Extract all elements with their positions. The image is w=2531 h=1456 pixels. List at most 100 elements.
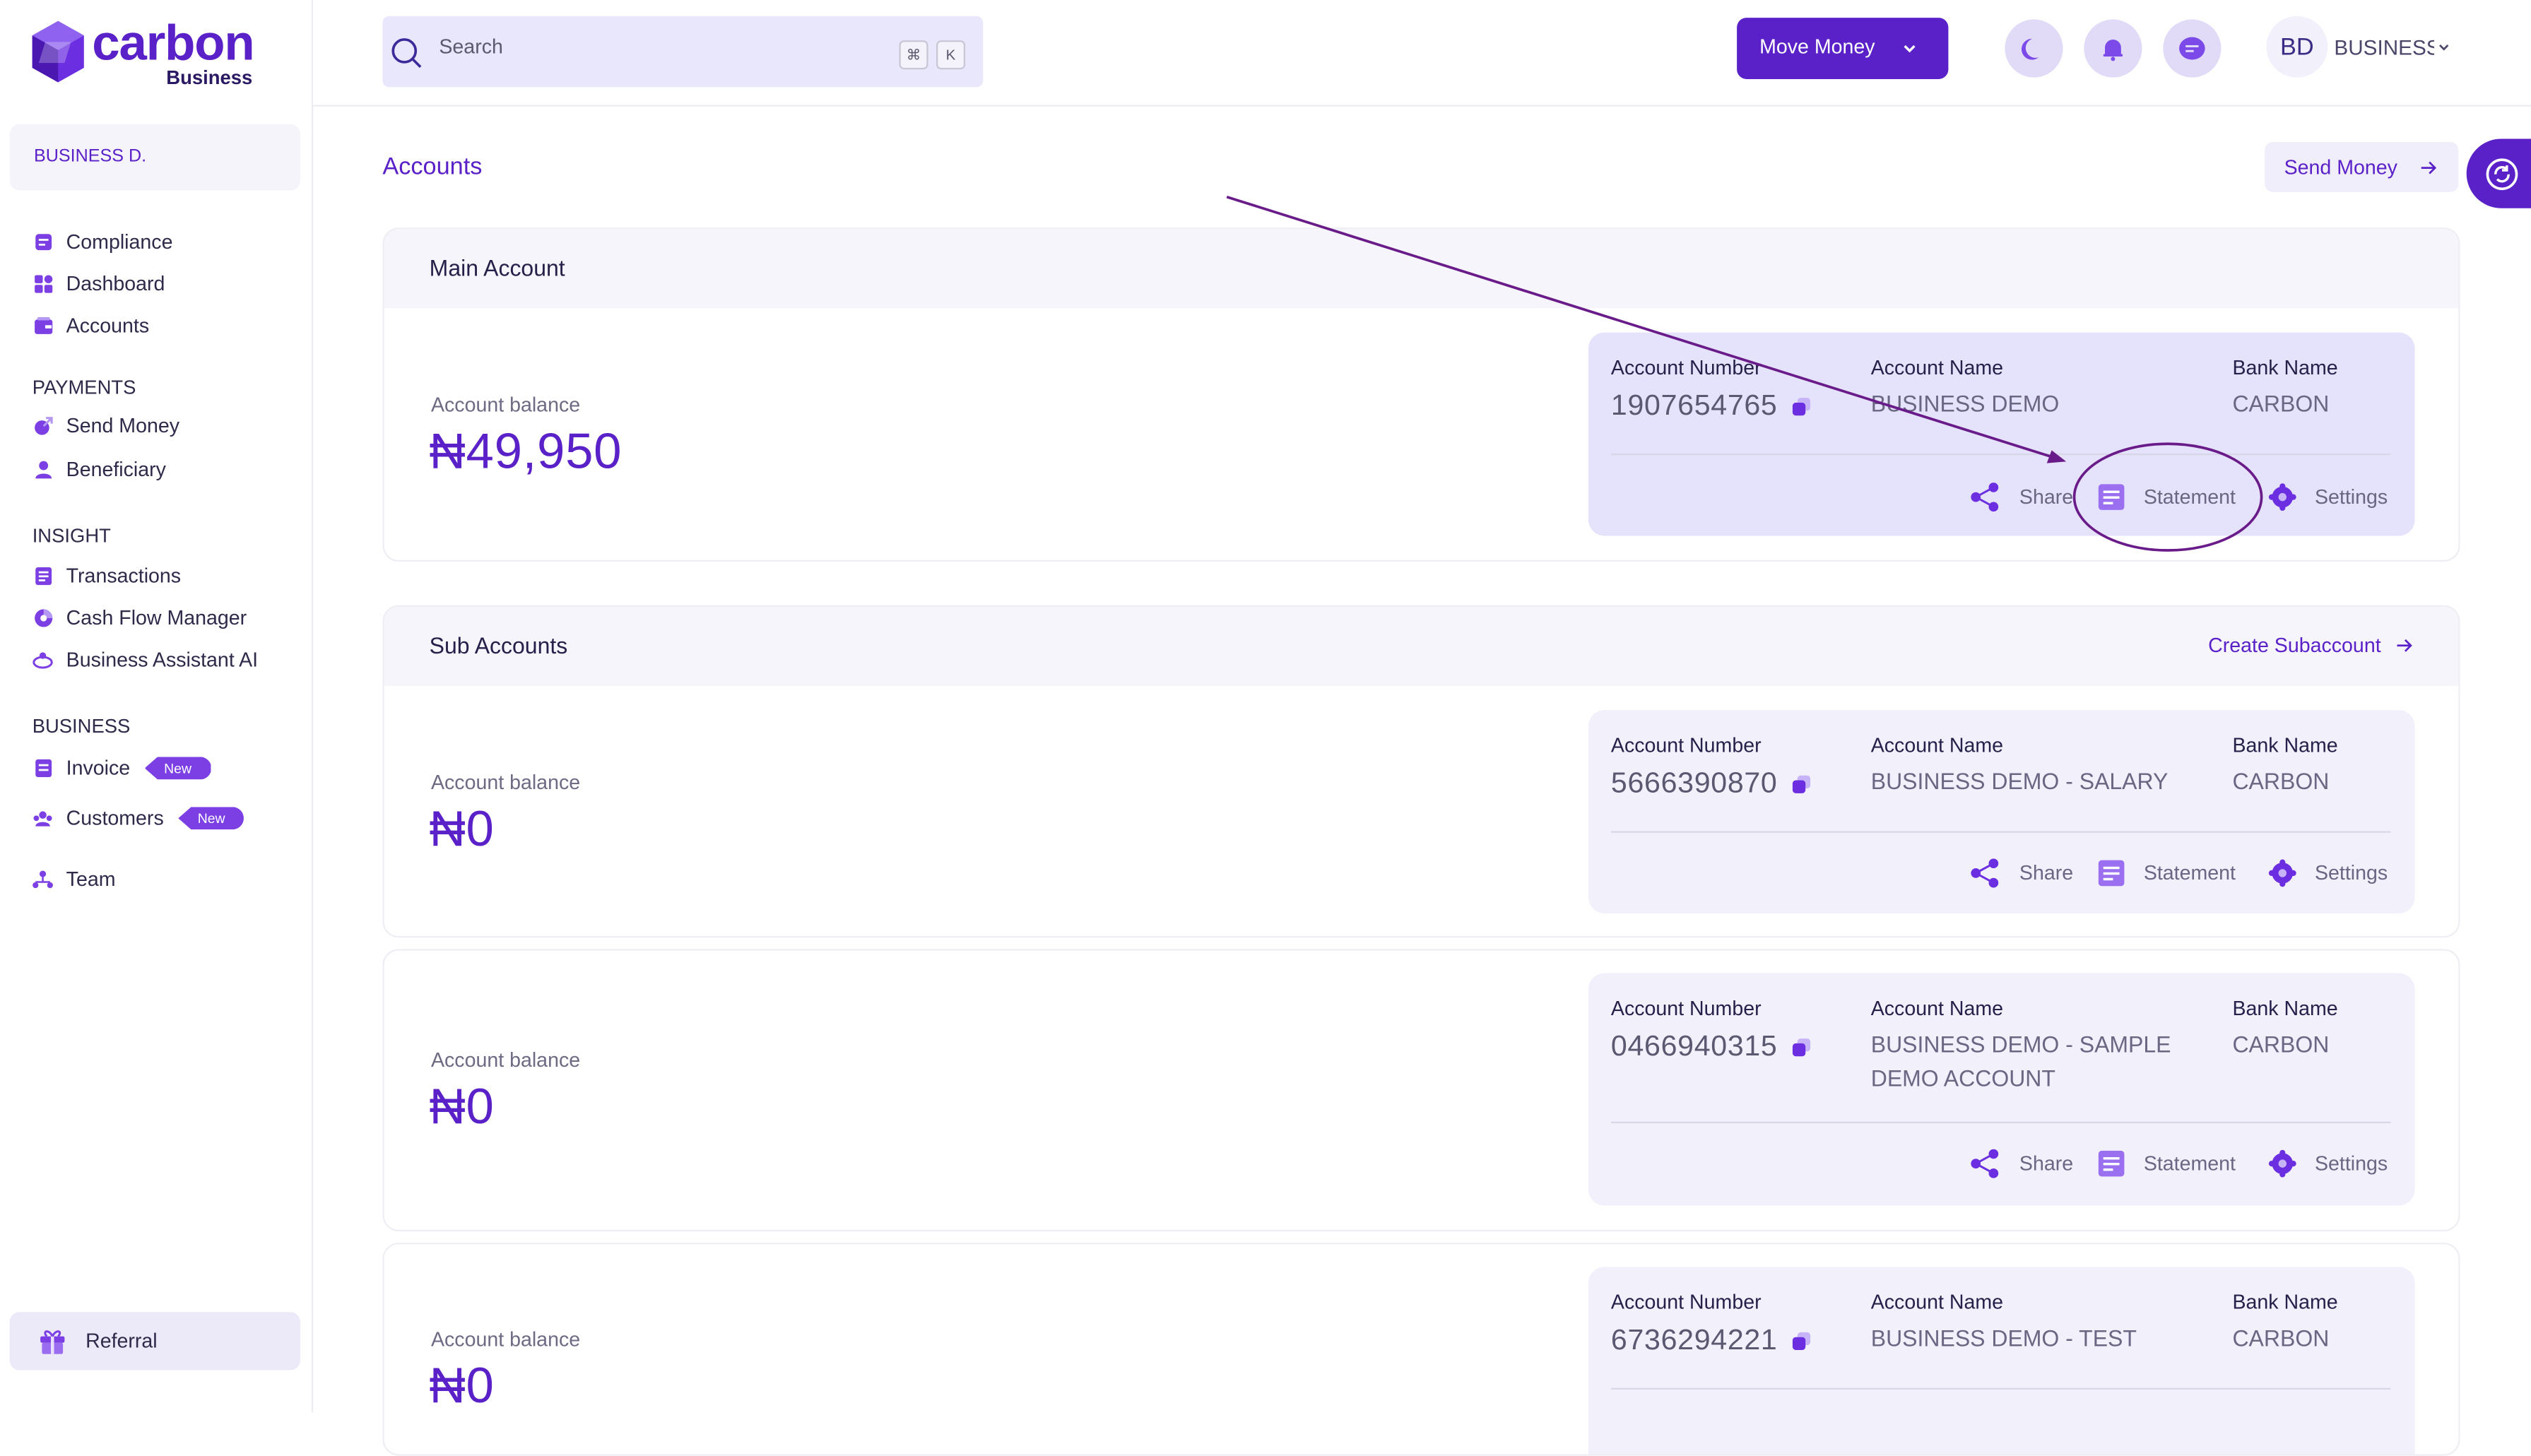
- user-menu[interactable]: BD BUSINESS DEMO: [2266, 16, 2450, 78]
- section-heading-business: BUSINESS: [32, 715, 131, 738]
- account-number-value: 1907654765: [1610, 389, 1778, 422]
- sidebar-item-label: Transactions: [66, 564, 182, 588]
- divider: [1610, 1387, 2391, 1390]
- send-money-button[interactable]: Send Money: [2265, 142, 2459, 192]
- balance-value: ₦49,950: [429, 422, 623, 480]
- team-icon: [33, 869, 54, 890]
- business-name: BUSINESS D.: [33, 146, 147, 167]
- settings-button[interactable]: Settings: [2268, 483, 2388, 511]
- copy-icon[interactable]: [1792, 1331, 1811, 1350]
- statement-button[interactable]: Statement: [2097, 1149, 2236, 1178]
- move-money-button[interactable]: Move Money: [1737, 18, 1949, 79]
- share-button[interactable]: Share: [1969, 858, 2073, 888]
- balance-label: Account balance: [430, 771, 581, 794]
- account-name-value: BUSINESS DEMO - TEST: [1870, 1325, 2137, 1351]
- invoice-icon: [33, 758, 54, 779]
- account-number-label: Account Number: [1610, 356, 1762, 379]
- account-name-value: BUSINESS DEMO - SAMPLE DEMO ACCOUNT: [1870, 1031, 2171, 1091]
- sidebar-item-label: Customers: [66, 807, 164, 830]
- account-name-label: Account Name: [1870, 997, 2004, 1020]
- balance-label: Account balance: [430, 393, 581, 417]
- sidebar-item-team[interactable]: Team: [33, 868, 116, 891]
- notifications-button[interactable]: [2084, 19, 2142, 78]
- sidebar-item-customers[interactable]: Customers New: [33, 807, 244, 830]
- account-number: 5666390870: [1611, 767, 1812, 800]
- settings-label: Settings: [2314, 1152, 2388, 1176]
- copy-icon[interactable]: [1792, 396, 1811, 415]
- account-name-label: Account Name: [1870, 356, 2004, 379]
- gear-icon: [2268, 1149, 2296, 1178]
- settings-button[interactable]: Settings: [2268, 858, 2388, 887]
- bank-name-label: Bank Name: [2232, 734, 2338, 757]
- account-number-label: Account Number: [1610, 997, 1762, 1020]
- balance-value: ₦0: [429, 800, 495, 858]
- balance-value: ₦0: [429, 1078, 495, 1135]
- sidebar-item-dashboard[interactable]: Dashboard: [33, 273, 165, 295]
- arrow-right-icon: [2397, 639, 2412, 652]
- share-button[interactable]: Share: [1969, 483, 2073, 512]
- users-icon: [33, 807, 54, 829]
- share-button[interactable]: Share: [1969, 1149, 2073, 1178]
- statement-label: Statement: [2143, 1152, 2236, 1176]
- sidebar-item-label: Beneficiary: [66, 458, 166, 481]
- search-box[interactable]: ⌘ K: [382, 16, 984, 88]
- sidebar-item-label: Cash Flow Manager: [66, 606, 247, 629]
- create-subaccount-link[interactable]: Create Subaccount: [2208, 634, 2413, 657]
- sidebar-item-label: Business Assistant AI: [66, 649, 259, 672]
- account-number-value: 5666390870: [1610, 767, 1778, 799]
- account-number: 6736294221: [1611, 1323, 1812, 1357]
- sidebar-item-label: Send Money: [66, 415, 180, 438]
- page-title: Accounts: [382, 153, 483, 181]
- account-name-value: BUSINESS DEMO - SALARY: [1870, 768, 2169, 794]
- sidebar-item-business-assistant-ai[interactable]: Business Assistant AI: [33, 649, 258, 671]
- account-name-label: Account Name: [1870, 734, 2004, 757]
- settings-label: Settings: [2314, 485, 2388, 509]
- settings-button[interactable]: Settings: [2268, 1149, 2388, 1178]
- sub-account-card: Account balance ₦0 Account Number 046694…: [382, 949, 2460, 1232]
- sidebar-item-compliance[interactable]: Compliance: [33, 231, 173, 254]
- wallet-icon: [33, 316, 54, 337]
- account-number-value: 0466940315: [1610, 1029, 1778, 1063]
- chevron-down-icon: [2439, 44, 2449, 51]
- account-number-label: Account Number: [1610, 734, 1762, 757]
- pie-chart-icon: [33, 608, 54, 629]
- statement-button[interactable]: Statement: [2097, 858, 2236, 887]
- messages-button[interactable]: [2163, 19, 2222, 78]
- referral-button[interactable]: Referral: [9, 1312, 300, 1371]
- sidebar-item-transactions[interactable]: Transactions: [33, 565, 181, 588]
- sidebar-item-send-money[interactable]: Send Money: [33, 415, 179, 437]
- sidebar-item-cash-flow-manager[interactable]: Cash Flow Manager: [33, 607, 247, 629]
- bank-name-label: Bank Name: [2232, 356, 2338, 379]
- move-money-label: Move Money: [1759, 35, 1875, 59]
- new-badge: New: [144, 757, 211, 780]
- statement-icon: [2098, 860, 2125, 887]
- business-switcher[interactable]: BUSINESS D.: [9, 124, 300, 191]
- sidebar-item-label: Dashboard: [66, 273, 165, 296]
- sidebar-item-accounts[interactable]: Accounts: [33, 314, 149, 337]
- sub-account-card: Account balance ₦0 Account Number 673629…: [382, 1243, 2460, 1456]
- dark-mode-toggle[interactable]: [2005, 19, 2063, 78]
- share-icon: [1971, 858, 1999, 888]
- brand-logo[interactable]: carbon Business: [29, 18, 255, 89]
- bank-name-value: CARBON: [2232, 1325, 2330, 1351]
- avatar: BD: [2266, 16, 2328, 78]
- account-details-panel: Account Number 6736294221 Account Name B…: [1588, 1267, 2415, 1455]
- copy-icon[interactable]: [1792, 1037, 1811, 1056]
- chevron-down-icon: [1901, 39, 1918, 61]
- topbar: ⌘ K Move Money BD BUSINESS DEMO: [313, 0, 2531, 107]
- bank-name-label: Bank Name: [2232, 997, 2338, 1020]
- copy-icon[interactable]: [1792, 774, 1811, 793]
- send-icon: [33, 415, 54, 437]
- search-input[interactable]: [439, 35, 859, 59]
- user-icon: [33, 459, 54, 480]
- sidebar-item-invoice[interactable]: Invoice New: [33, 757, 211, 780]
- statement-label: Statement: [2143, 485, 2236, 509]
- sidebar-item-label: Compliance: [66, 230, 173, 254]
- divider: [1610, 831, 2391, 833]
- sync-widget-tab[interactable]: [2466, 138, 2531, 208]
- bank-name-label: Bank Name: [2232, 1291, 2338, 1314]
- statement-button[interactable]: Statement: [2097, 483, 2236, 511]
- sidebar-item-beneficiary[interactable]: Beneficiary: [33, 458, 166, 481]
- logo-subtitle: Business: [166, 66, 253, 89]
- sub-account-card: Sub Accounts Create Subaccount Account b…: [382, 605, 2460, 938]
